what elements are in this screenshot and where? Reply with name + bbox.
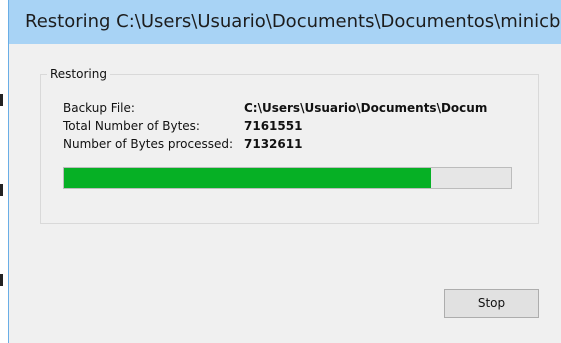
- groupbox-label: Restoring: [47, 66, 110, 82]
- progress-fill: [64, 168, 431, 188]
- processed-bytes-label: Number of Bytes processed:: [63, 137, 234, 151]
- background-edge-mark: [0, 184, 3, 196]
- restore-progress-bar: [63, 167, 512, 189]
- background-window-edge: [0, 0, 8, 343]
- backup-file-row: Backup File: C:\Users\Usuario\Documents\…: [63, 99, 487, 117]
- background-edge-mark: [0, 94, 3, 106]
- backup-file-label: Backup File:: [63, 101, 135, 115]
- stop-button[interactable]: Stop: [444, 289, 539, 318]
- background-edge-mark: [0, 274, 3, 286]
- processed-bytes-value: 7132611: [244, 137, 303, 151]
- dialog-client-area: Restoring Backup File: C:\Users\Usuario\…: [9, 44, 561, 343]
- total-bytes-value: 7161551: [244, 119, 303, 133]
- restoring-groupbox: Restoring Backup File: C:\Users\Usuario\…: [40, 66, 539, 224]
- window-title: Restoring C:\Users\Usuario\Documents\Doc…: [25, 11, 561, 32]
- processed-bytes-row: Number of Bytes processed: 7132611: [63, 135, 302, 153]
- backup-file-value: C:\Users\Usuario\Documents\Docum: [244, 101, 488, 115]
- total-bytes-label: Total Number of Bytes:: [63, 119, 200, 133]
- restore-dialog: Restoring C:\Users\Usuario\Documents\Doc…: [8, 0, 561, 343]
- total-bytes-row: Total Number of Bytes: 7161551: [63, 117, 302, 135]
- screen: Restoring C:\Users\Usuario\Documents\Doc…: [0, 0, 561, 343]
- title-bar[interactable]: Restoring C:\Users\Usuario\Documents\Doc…: [9, 0, 561, 44]
